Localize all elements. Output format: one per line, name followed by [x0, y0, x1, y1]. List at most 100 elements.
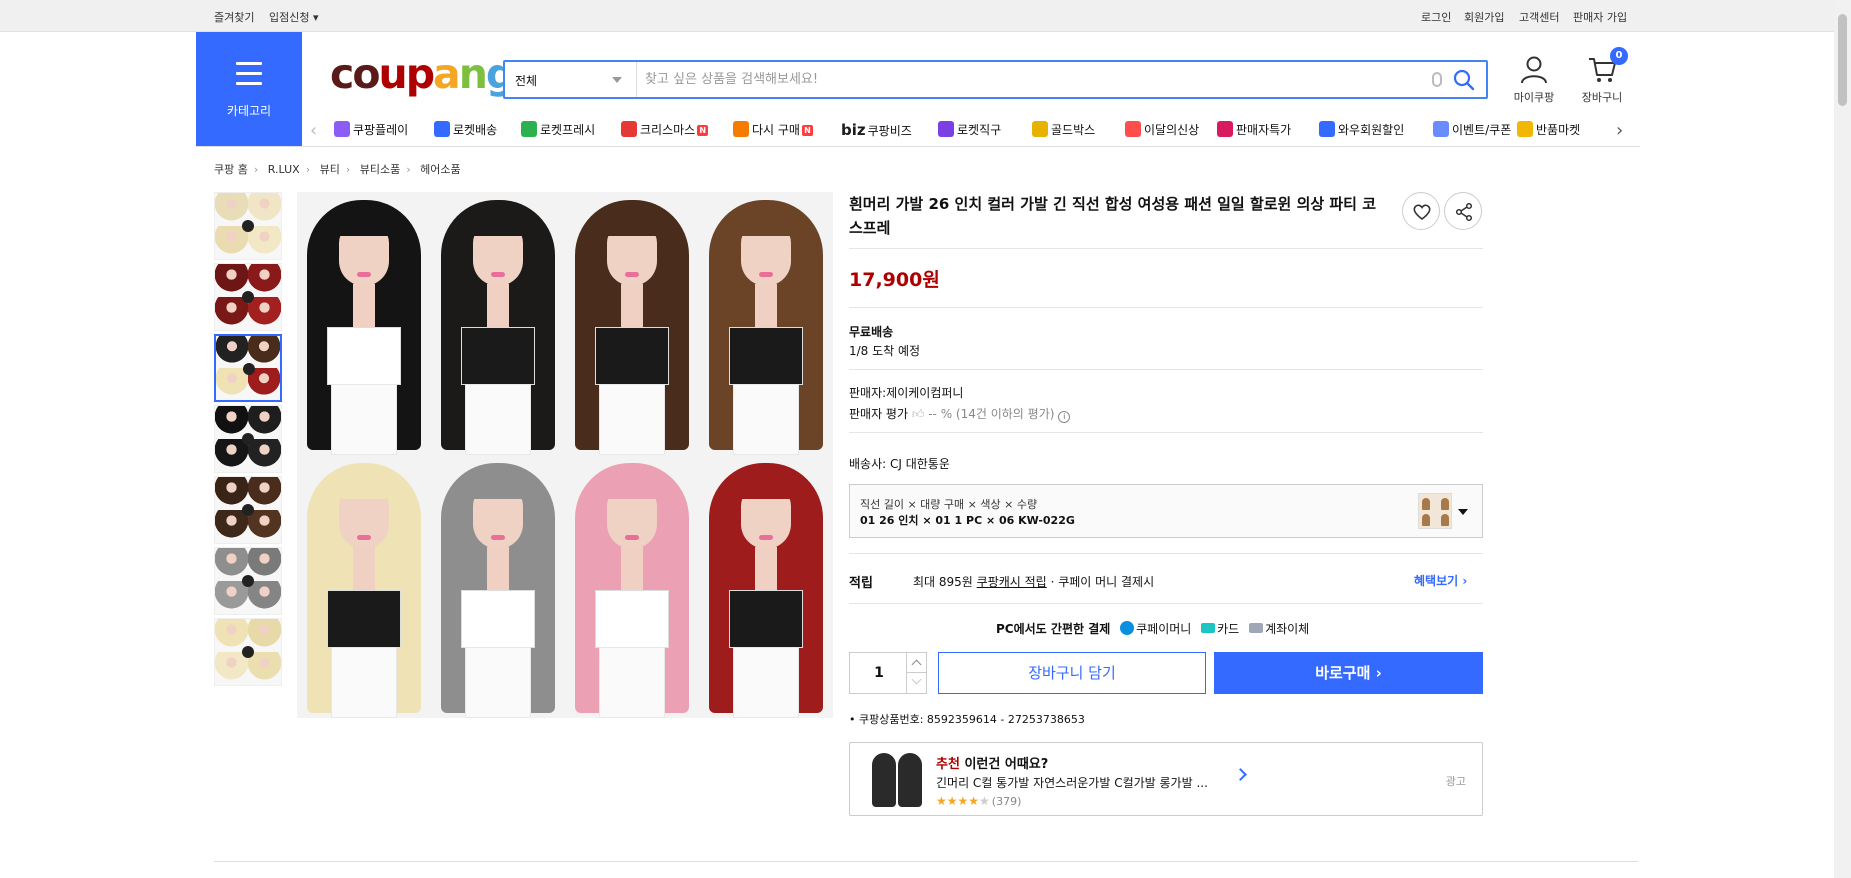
- seller-apply-dropdown[interactable]: 입점신청 ▾: [269, 9, 319, 25]
- option-select[interactable]: 직선 길이 × 대량 구매 × 색상 × 수량 01 26 인치 × 01 1 …: [849, 484, 1483, 538]
- coupay-money-icon: [1120, 621, 1135, 635]
- breadcrumb-home[interactable]: 쿠팡 홈: [214, 163, 248, 176]
- shipping-title: 무료배송: [849, 325, 894, 339]
- payment-option-bank[interactable]: 계좌이체: [1265, 622, 1309, 636]
- signup-link[interactable]: 회원가입: [1464, 9, 1504, 25]
- coupang-cash-link[interactable]: 쿠팡캐시 적립: [977, 575, 1047, 589]
- quantity-increase-button[interactable]: [906, 653, 926, 673]
- nav-item-play[interactable]: 쿠팡플레이: [334, 121, 408, 138]
- scrollbar-thumb[interactable]: [1838, 14, 1847, 106]
- benefit-link[interactable]: 혜택보기 ›: [1414, 572, 1467, 589]
- search-scope-value: 전체: [515, 74, 538, 88]
- payment-option-coupay[interactable]: 쿠페이머니: [1136, 622, 1191, 636]
- main-product-image[interactable]: [297, 192, 833, 718]
- option-thumbnail: [1418, 493, 1452, 529]
- add-to-cart-button[interactable]: 장바구니 담기: [938, 652, 1206, 694]
- nav-prev-arrow[interactable]: ‹: [310, 120, 317, 141]
- nav-item-label: 판매자특가: [1236, 123, 1292, 137]
- search-scope-select[interactable]: 전체: [505, 62, 637, 97]
- quantity-decrease-button[interactable]: [906, 673, 926, 693]
- arrival-date: 1/8 도착 예정: [849, 344, 921, 358]
- reward-text: 최대 895원 쿠팡캐시 적립 · 쿠페이 머니 결제시: [913, 573, 1154, 590]
- page-scrollbar[interactable]: [1834, 0, 1851, 878]
- search-icon[interactable]: [1452, 68, 1476, 92]
- category-menu-button[interactable]: 카테고리: [196, 32, 302, 146]
- hamburger-icon: [236, 62, 262, 92]
- payment-title: PC에서도 간편한 결제: [996, 622, 1111, 636]
- mypage-button[interactable]: 마이쿠팡: [1504, 55, 1564, 105]
- nav-item-home[interactable]: 다시 구매 N: [733, 121, 813, 138]
- recommend-title: 추천 이런건 어때요?: [936, 757, 1049, 772]
- globe-rocket-icon: [938, 121, 954, 137]
- breadcrumb-hair-accessories[interactable]: 헤어소품: [420, 163, 460, 176]
- search-bar: 전체: [503, 60, 1488, 99]
- percent-icon: [1217, 121, 1233, 137]
- thumbnail-5[interactable]: [214, 476, 282, 544]
- breadcrumb-brand[interactable]: R.LUX: [268, 163, 300, 176]
- breadcrumb-beauty[interactable]: 뷰티: [320, 163, 340, 176]
- nav-item-market[interactable]: 반품마켓: [1517, 121, 1580, 138]
- nav-item-wow[interactable]: 와우회원할인: [1319, 121, 1404, 138]
- nav-item-percent[interactable]: 판매자특가: [1217, 121, 1291, 138]
- coupon-icon: [1433, 121, 1449, 137]
- payment-option-card[interactable]: 카드: [1217, 622, 1239, 636]
- nav-item-rocket[interactable]: 로켓배송: [434, 121, 497, 138]
- wow-icon: [1319, 121, 1335, 137]
- chevron-down-icon: [1458, 509, 1468, 515]
- user-icon: [1521, 56, 1547, 84]
- share-button[interactable]: [1444, 192, 1482, 230]
- recommend-rating: ★★★★★ (379): [936, 794, 1021, 808]
- seller-rating: 판매자 평가 👍︎ -- % (14건 이하의 평가) i: [849, 405, 1071, 423]
- wishlist-button[interactable]: [1402, 192, 1440, 230]
- nav-next-arrow[interactable]: ›: [1616, 120, 1623, 141]
- nav-item-label: 이벤트/쿠폰: [1452, 123, 1512, 137]
- breadcrumb-beauty-tools[interactable]: 뷰티소품: [360, 163, 400, 176]
- wig-variant-7: [565, 455, 699, 718]
- quantity-input[interactable]: 1: [850, 665, 908, 681]
- nav-item-santa[interactable]: 크리스마스 N: [621, 121, 709, 138]
- coupang-logo[interactable]: coupang: [330, 50, 515, 98]
- buy-now-button[interactable]: 바로구매 ›: [1214, 652, 1483, 694]
- nav-item-label: 로켓배송: [453, 123, 498, 137]
- wig-variant-6: [431, 455, 565, 718]
- option-label: 직선 길이 × 대량 구매 × 색상 × 수량: [860, 498, 1038, 511]
- recommend-card[interactable]: 추천 이런건 어때요? 긴머리 C컬 통가발 자연스러운가발 C컬가발 롱가발 …: [849, 742, 1483, 816]
- heart-icon: [1413, 204, 1431, 221]
- breadcrumb: 쿠팡 홈 › R.LUX › 뷰티 › 뷰티소품 › 헤어소품: [214, 163, 461, 176]
- info-icon[interactable]: i: [1058, 411, 1071, 423]
- nav-item-coupon[interactable]: 이벤트/쿠폰: [1433, 121, 1511, 138]
- login-link[interactable]: 로그인: [1421, 9, 1451, 25]
- thumbnail-7[interactable]: [214, 618, 282, 686]
- microphone-icon[interactable]: [1432, 72, 1442, 87]
- quantity-stepper: 1: [849, 652, 927, 694]
- nav-item-label: 로켓프레시: [540, 123, 596, 137]
- nav-item-bag[interactable]: 이달의신상: [1125, 121, 1199, 138]
- seller-signup-link[interactable]: 판매자 가입: [1573, 9, 1627, 25]
- nav-item-label: 골드박스: [1051, 123, 1096, 137]
- thumbnail-6[interactable]: [214, 547, 282, 615]
- nav-item-gold-box[interactable]: 골드박스: [1032, 121, 1095, 138]
- carrier: 배송사: CJ 대한통운: [849, 457, 950, 471]
- nav-item-globe-rocket[interactable]: 로켓직구: [938, 121, 1001, 138]
- nav-item-label: 반품마켓: [1536, 123, 1581, 137]
- chevron-right-icon[interactable]: [1234, 768, 1247, 781]
- play-icon: [334, 121, 350, 137]
- thumbnail-1[interactable]: [214, 192, 282, 260]
- review-count: (379): [991, 795, 1022, 808]
- product-number-text: 쿠팡상품번호: 8592359614 - 27253738653: [859, 713, 1085, 726]
- seller-name[interactable]: 판매자:제이케이컴퍼니: [849, 384, 963, 401]
- bookmark-link[interactable]: 즐겨찾기: [214, 9, 254, 25]
- thumbnail-3[interactable]: [214, 334, 282, 402]
- seller-rating-label: 판매자 평가: [849, 407, 909, 421]
- category-nav: ‹ 쿠팡플레이 로켓배송 로켓프레시 크리스마스 N 다시 구매 N biz 쿠팡비즈 로켓직구 골…: [310, 118, 1636, 144]
- recommend-image: [866, 751, 926, 809]
- customer-center-link[interactable]: 고객센터: [1519, 9, 1559, 25]
- nav-item-rocket-fresh[interactable]: 로켓프레시: [521, 121, 595, 138]
- gold-box-icon: [1032, 121, 1048, 137]
- cart-count-badge: 0: [1610, 47, 1628, 65]
- search-input[interactable]: [645, 66, 1405, 93]
- thumbnail-2[interactable]: [214, 263, 282, 331]
- recommend-item-name[interactable]: 긴머리 C컬 통가발 자연스러운가발 C컬가발 롱가발 ...: [936, 774, 1226, 791]
- nav-item-biz[interactable]: biz 쿠팡비즈: [841, 121, 912, 139]
- thumbnail-4[interactable]: [214, 405, 282, 473]
